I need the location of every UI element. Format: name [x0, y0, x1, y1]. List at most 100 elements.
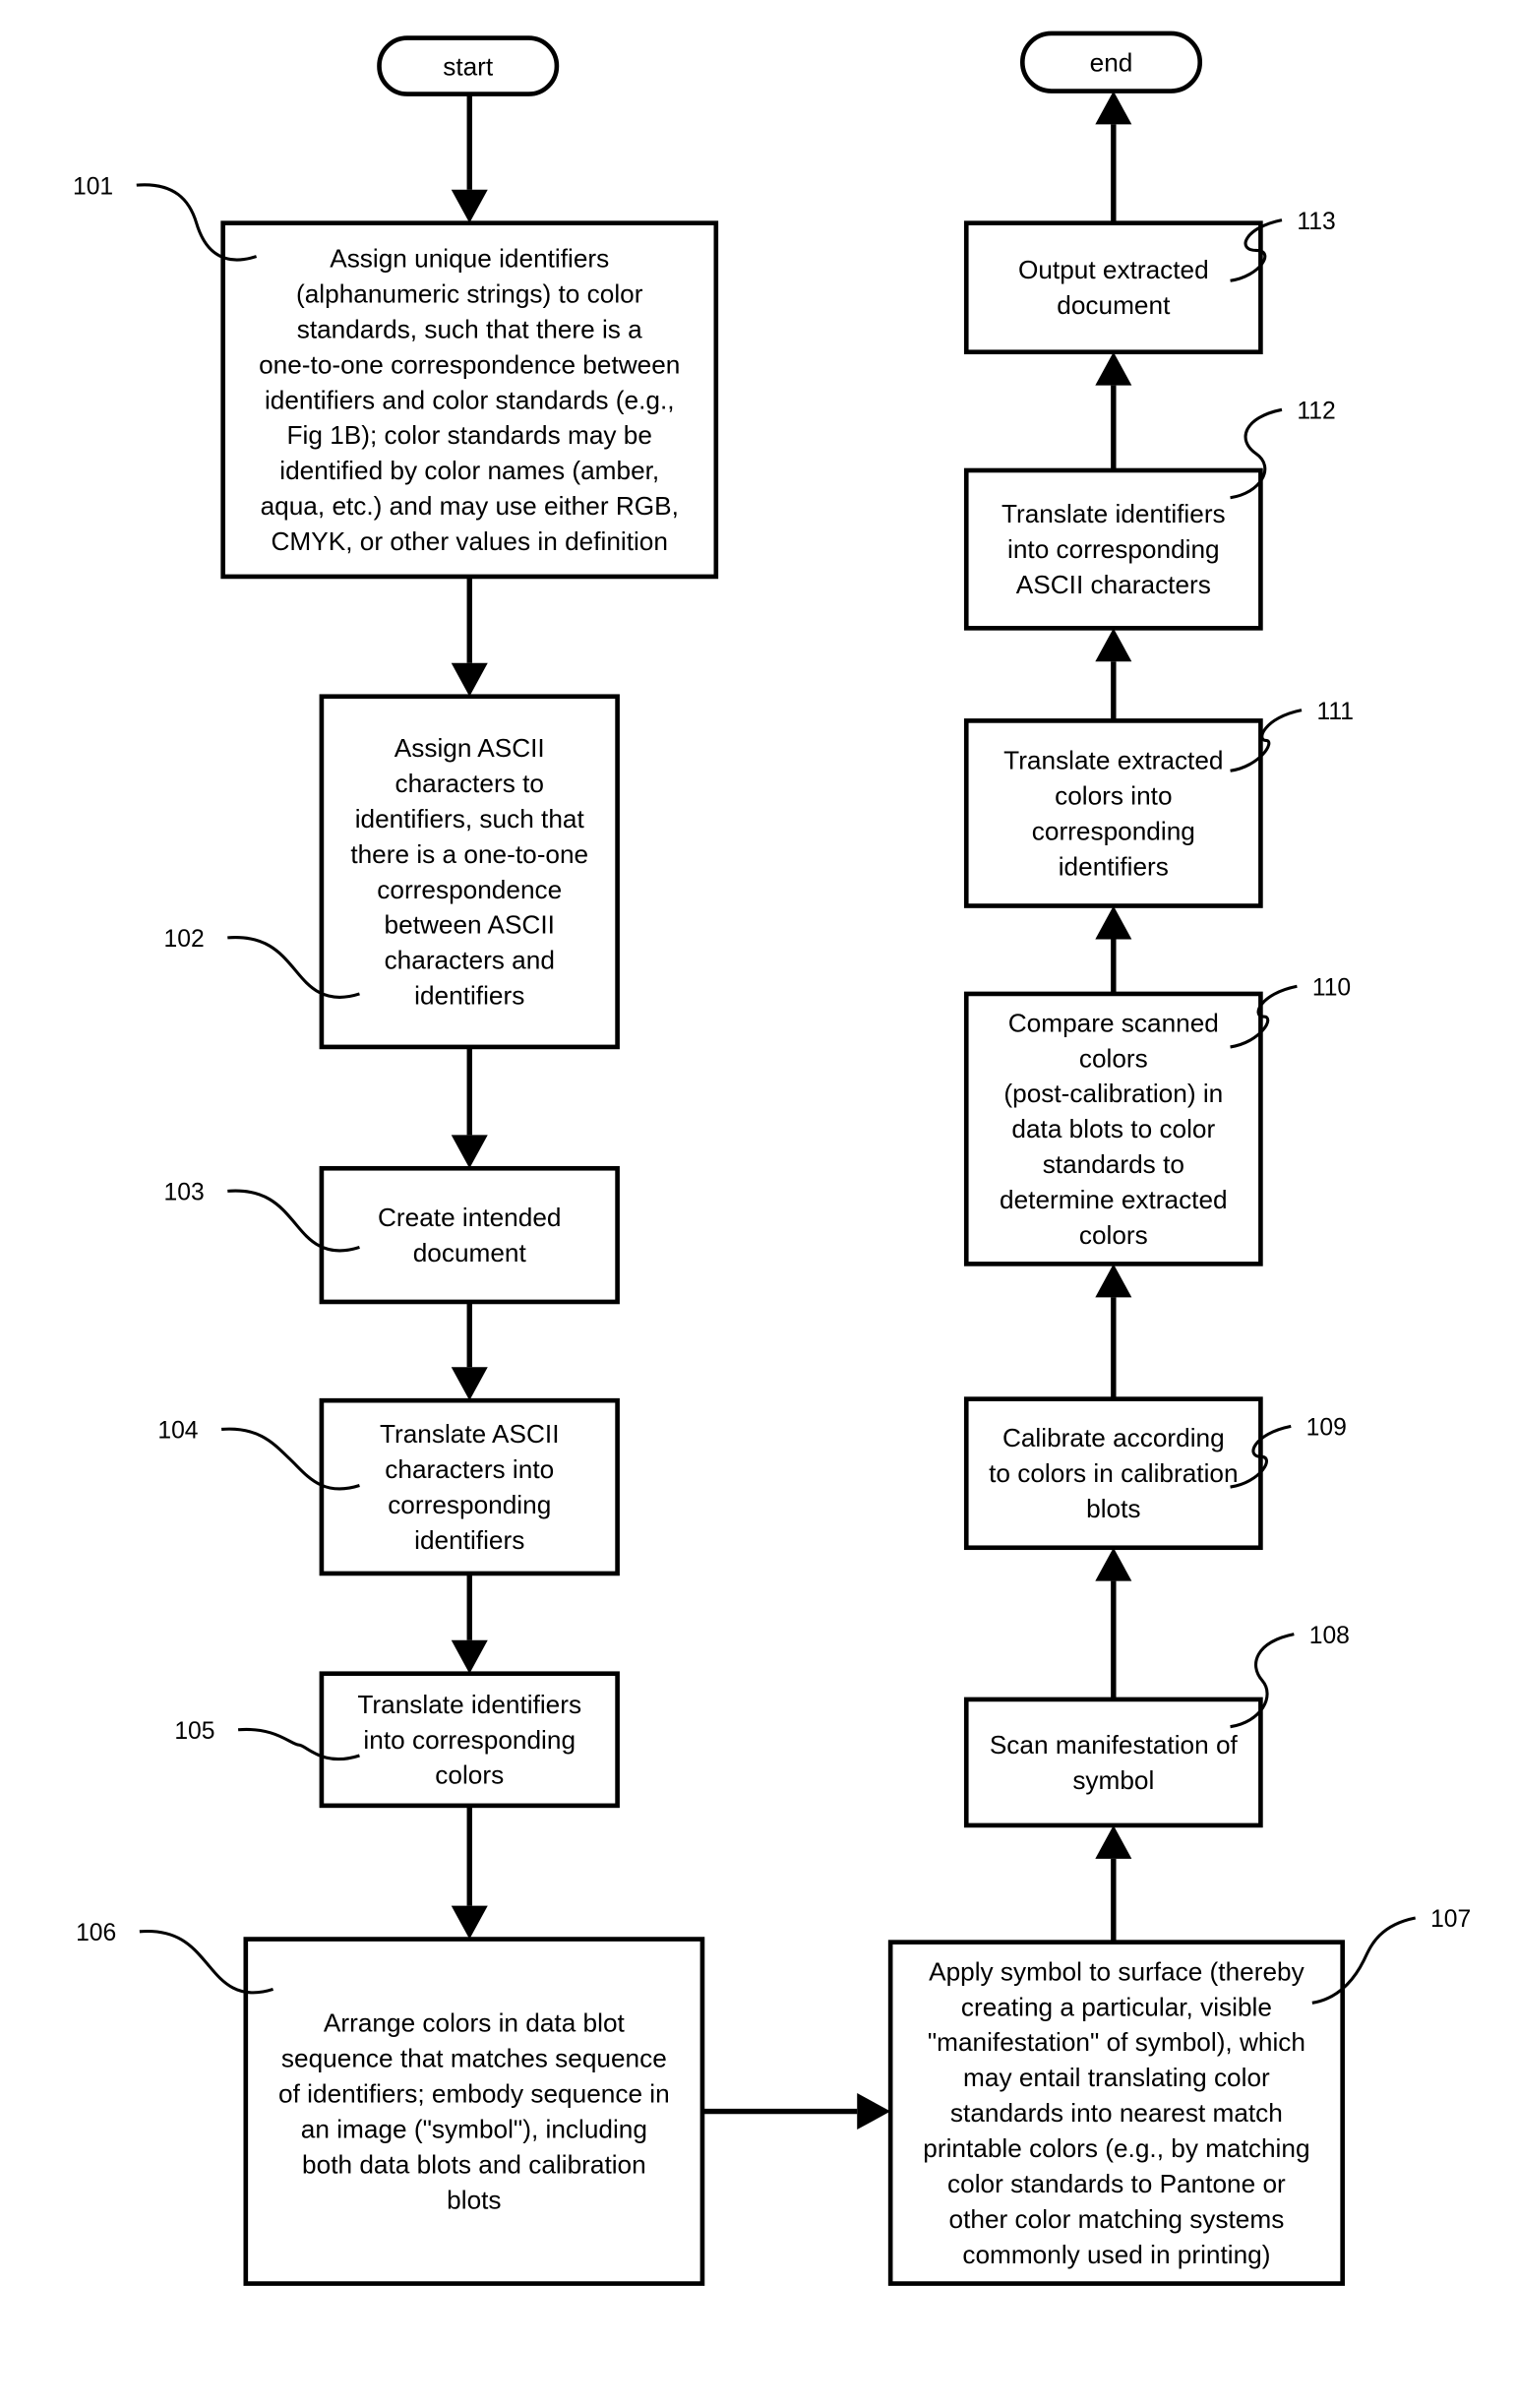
process-step-text-line: identifiers, such that	[355, 804, 585, 834]
process-step-text-line: characters into	[385, 1454, 554, 1484]
process-step-106: Arrange colors in data blot sequence that…	[243, 1937, 705, 2286]
process-step-text-line: between ASCII	[385, 910, 555, 940]
reference-numeral-112: 112	[1297, 399, 1335, 425]
connector-arrow-103-to-104	[451, 1301, 488, 1401]
process-step-text-line: standards into nearest match	[950, 2098, 1283, 2128]
process-step-text-line: identifiers	[414, 981, 524, 1011]
process-step-text-line: Translate ASCII	[380, 1419, 560, 1449]
reference-numeral-103: 103	[164, 1180, 205, 1206]
process-step-103: Create intended document	[319, 1165, 620, 1305]
arrowhead-icon	[1095, 1824, 1132, 1859]
process-step-text-line: one-to-one correspondence between	[259, 349, 680, 379]
process-step-text-line: colors into	[1055, 780, 1172, 810]
reference-numeral-111: 111	[1316, 699, 1353, 725]
reference-numeral-104: 104	[157, 1418, 198, 1445]
connector-arrow-start-to-101	[451, 93, 488, 223]
start-terminal: start	[377, 35, 560, 96]
process-step-text-line: (post-calibration) in	[1003, 1079, 1223, 1108]
process-step-text-line: Translate extracted	[1003, 746, 1223, 775]
process-step-text-line: colors	[1079, 1043, 1148, 1073]
connector-arrow-101-to-102	[451, 576, 488, 697]
start-terminal-label: start	[443, 51, 494, 81]
connector-arrow-110-to-111	[1095, 905, 1132, 994]
process-step-text-line: to colors in calibration	[989, 1458, 1238, 1488]
arrowhead-icon	[1095, 351, 1132, 386]
connector-arrow-104-to-105	[451, 1573, 488, 1674]
process-step-text-line: Apply symbol to surface (thereby	[929, 1956, 1305, 1986]
process-step-101: Assign unique identifiers (alphanumeric s…	[220, 220, 719, 580]
end-terminal: end	[1019, 31, 1203, 93]
process-step-text-line: (alphanumeric strings) to color	[296, 278, 643, 308]
end-terminal-label: end	[1090, 47, 1133, 77]
connector-arrow-105-to-106	[451, 1805, 488, 1940]
process-step-text-line: colors	[1079, 1220, 1148, 1250]
process-step-105: Translate identifiers into corresponding c…	[319, 1671, 620, 1809]
connector-arrow-106-to-107	[701, 2093, 891, 2130]
process-step-112: Translate identifiers into corresponding A…	[963, 467, 1263, 631]
process-step-text-line: aqua, etc.) and may use either RGB,	[261, 491, 679, 521]
process-step-text-line: colors	[435, 1760, 504, 1790]
process-step-text-line: CMYK, or other values in definition	[272, 526, 668, 556]
process-step-text-line: identifiers	[414, 1525, 524, 1555]
reference-numeral-110: 110	[1312, 974, 1351, 1001]
connector-arrow-112-to-113	[1095, 351, 1132, 470]
process-step-108: Scan manifestation of symbol	[963, 1697, 1263, 1828]
process-step-text-line: Scan manifestation of	[990, 1730, 1239, 1760]
process-step-text-line: characters to	[395, 769, 544, 798]
process-step-text-line: other color matching systems	[949, 2204, 1285, 2234]
process-step-text-line: standards to	[1043, 1149, 1184, 1179]
process-step-text-line: printable colors (e.g., by matching	[923, 2133, 1309, 2163]
process-step-text-line: Assign unique identifiers	[330, 244, 609, 274]
process-step-text-line: document	[1057, 290, 1171, 320]
reference-numeral-109: 109	[1306, 1415, 1347, 1442]
connector-arrow-108-to-109	[1095, 1547, 1132, 1699]
process-step-text-line: Arrange colors in data blot	[324, 2008, 626, 2038]
process-step-111: Translate extracted colors into correspond…	[963, 718, 1263, 908]
arrowhead-icon	[1095, 1547, 1132, 1581]
process-step-text-line: Translate identifiers	[1001, 499, 1226, 528]
process-step-text-line: color standards to Pantone or	[947, 2169, 1286, 2198]
process-step-text-line: identifiers and color standards (e.g.,	[265, 385, 675, 414]
reference-numeral-105: 105	[174, 1718, 214, 1745]
process-step-text-line: sequence that matches sequence	[281, 2044, 667, 2073]
reference-numeral-107: 107	[1430, 1906, 1471, 1933]
arrowhead-icon	[451, 662, 488, 697]
process-box	[963, 220, 1263, 355]
process-step-104: Translate ASCII characters into correspond…	[319, 1397, 620, 1576]
process-step-text-line: may entail translating color	[963, 2063, 1270, 2092]
process-step-113: Output extracted document	[963, 220, 1263, 355]
process-step-text-line: both data blots and calibration	[302, 2149, 646, 2179]
process-step-text-line: blots	[447, 2185, 501, 2214]
arrowhead-icon	[1095, 628, 1132, 662]
process-step-text-line: Calibrate according	[1002, 1423, 1225, 1452]
process-step-text-line: ASCII characters	[1016, 570, 1211, 599]
nodes-layer: start end Assign unique identifiers (alphan…	[220, 31, 1345, 2286]
process-step-text-line: into corresponding	[363, 1725, 576, 1755]
reference-numeral-108: 108	[1309, 1623, 1350, 1649]
reference-numeral-101: 101	[73, 173, 113, 200]
arrowhead-icon	[1095, 91, 1132, 125]
process-step-text-line: Fig 1B); color standards may be	[287, 420, 652, 450]
process-step-text-line: correspondence	[377, 875, 562, 904]
process-step-text-line: determine extracted	[1000, 1185, 1228, 1214]
reference-numeral-106: 106	[76, 1920, 116, 1946]
arrowhead-icon	[857, 2093, 891, 2130]
connector-arrow-107-to-108	[1095, 1824, 1132, 1943]
arrowhead-icon	[1095, 1264, 1132, 1298]
process-step-text-line: Translate identifiers	[357, 1690, 581, 1719]
process-step-text-line: Compare scanned	[1008, 1008, 1219, 1037]
arrowhead-icon	[451, 189, 488, 223]
connector-arrow-111-to-112	[1095, 628, 1132, 721]
process-step-text-line: corresponding	[1032, 816, 1195, 845]
process-box	[319, 1165, 620, 1305]
process-step-text-line: characters and	[385, 946, 555, 975]
process-step-109: Calibrate according to colors in calibrat…	[963, 1396, 1263, 1551]
process-step-text-line: Assign ASCII	[394, 733, 545, 763]
reference-numeral-102: 102	[164, 926, 205, 953]
flowchart-diagram: start end Assign unique identifiers (alphan…	[73, 31, 1471, 2286]
process-step-text-line: there is a one-to-one	[350, 839, 588, 869]
connector-arrow-109-to-110	[1095, 1264, 1132, 1399]
process-step-text-line: symbol	[1072, 1765, 1154, 1795]
process-step-102: Assign ASCII characters to identifiers, su…	[319, 694, 620, 1050]
process-step-text-line: of identifiers; embody sequence in	[278, 2079, 670, 2109]
